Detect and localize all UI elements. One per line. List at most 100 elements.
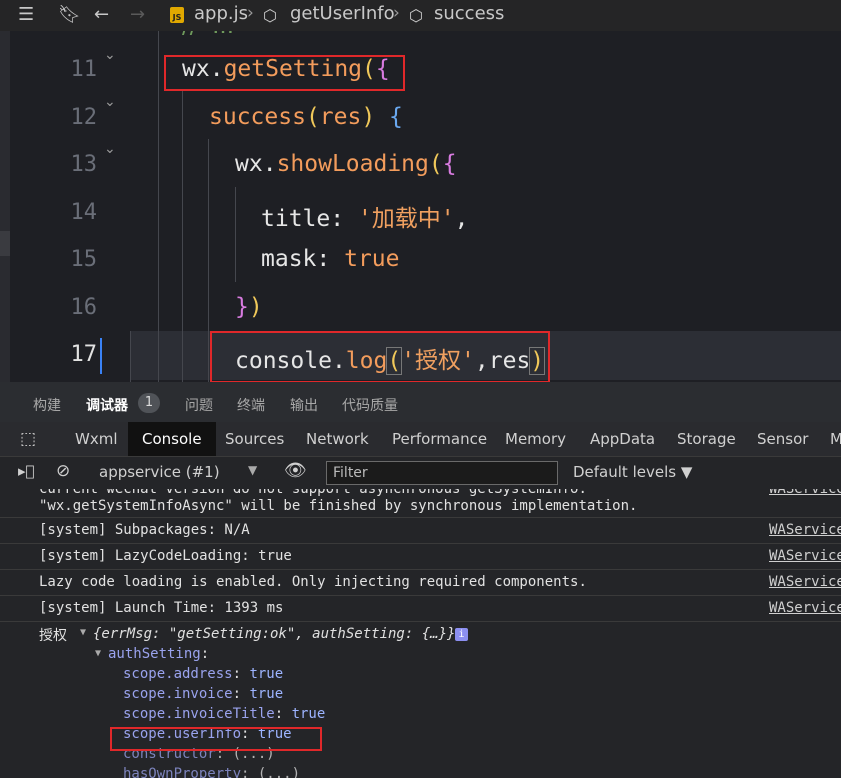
indent-guide	[158, 31, 159, 382]
clear-console-icon[interactable]: ⊘	[56, 461, 70, 481]
tab-build[interactable]: 构建	[33, 395, 61, 415]
annotation-box	[210, 331, 550, 382]
code-token: .	[262, 151, 277, 177]
tab-output[interactable]: 输出	[290, 395, 318, 415]
tab-memory[interactable]: Memory	[505, 430, 566, 448]
cube-icon: ⬡	[263, 6, 277, 25]
fold-chevron-icon[interactable]: ⌄	[104, 141, 116, 157]
code-token: {	[375, 104, 403, 130]
dropdown-arrow-icon[interactable]: ▼	[248, 463, 257, 477]
line-number: 15	[70, 247, 98, 272]
console-row: Lazy code loading is enabled. Only injec…	[0, 570, 841, 596]
context-select[interactable]: appservice (#1)	[99, 463, 220, 481]
console-row: [system] Launch Time: 1393 ms WAService	[0, 596, 841, 622]
code-token: res	[319, 104, 362, 130]
breadcrumb-func-success[interactable]: success	[434, 3, 504, 24]
source-link[interactable]: WAService	[769, 548, 841, 564]
prop-value: true	[291, 706, 326, 722]
prop-value: (...)	[257, 766, 301, 778]
bookmark-icon[interactable]: 🔖︎	[58, 4, 81, 25]
code-token: mask:	[261, 246, 345, 272]
debugger-count-badge: 1	[138, 393, 160, 413]
source-link[interactable]: WAService	[769, 489, 841, 497]
code-token: success	[209, 104, 306, 130]
tab-storage[interactable]: Storage	[677, 430, 736, 448]
prop-row[interactable]: hasOwnProperty: (...)	[123, 766, 300, 778]
source-link[interactable]: WAService	[769, 600, 841, 616]
info-icon[interactable]: i	[455, 628, 468, 641]
console-message: [system] Subpackages: N/A	[39, 522, 250, 538]
line-number: 13	[70, 152, 98, 177]
code-token: {	[442, 151, 457, 177]
back-arrow-icon[interactable]: ←	[94, 4, 109, 25]
code-token: ,	[454, 206, 469, 232]
tab-appdata[interactable]: AppData	[590, 430, 655, 448]
object-summary[interactable]: {errMsg: "getSetting:ok", authSetting: {…	[93, 626, 455, 642]
tab-terminal[interactable]: 终端	[237, 395, 265, 415]
code-comment-partial: // ...	[182, 31, 234, 39]
tab-more[interactable]: M	[830, 430, 841, 448]
console-message: current wechat version do not support as…	[39, 489, 587, 497]
chevron-right-icon: ›	[393, 3, 400, 23]
line-number: 14	[70, 200, 98, 225]
log-label: 授权	[39, 628, 67, 644]
fold-chevron-icon[interactable]: ⌄	[104, 47, 116, 63]
code-line-15: mask: true	[261, 246, 399, 272]
breadcrumb-func-getuserinfo[interactable]: getUserInfo	[290, 3, 395, 24]
indent-guide	[208, 139, 209, 382]
line-number: 12	[70, 105, 98, 130]
code-editor[interactable]: // ... 11 12 13 14 15 16 17 ⌄ ⌄ ⌄ wx.get…	[0, 31, 841, 382]
source-link[interactable]: WAService	[769, 522, 841, 538]
tab-sensor[interactable]: Sensor	[757, 430, 808, 448]
line-number: 11	[70, 57, 98, 82]
tab-code-quality[interactable]: 代码质量	[342, 395, 398, 415]
prop-key: scope.invoiceTitle	[123, 706, 275, 722]
console-message: Lazy code loading is enabled. Only injec…	[39, 574, 587, 590]
tab-problems[interactable]: 问题	[185, 395, 213, 415]
code-token: )	[248, 294, 263, 320]
code-token: }	[235, 294, 249, 320]
source-link[interactable]: WAService	[769, 574, 841, 590]
console-message: [system] Launch Time: 1393 ms	[39, 600, 284, 616]
tab-sources[interactable]: Sources	[225, 430, 284, 448]
code-line-13: wx.showLoading({	[235, 151, 457, 177]
tab-performance[interactable]: Performance	[392, 430, 487, 448]
tab-wxml[interactable]: Wxml	[75, 430, 118, 448]
code-line-14: title: '加载中',	[261, 199, 469, 233]
code-token: title:	[261, 206, 358, 232]
menu-icon[interactable]: ☰	[18, 4, 34, 25]
tab-console[interactable]: Console	[128, 422, 216, 456]
tab-debugger[interactable]: 调试器	[86, 395, 128, 415]
fold-chevron-icon[interactable]: ⌄	[104, 94, 116, 110]
expand-triangle-icon[interactable]: ▼	[80, 627, 86, 638]
authsetting-key-text: authSetting	[108, 646, 201, 662]
js-file-icon: JS	[170, 7, 184, 23]
indent-guide	[182, 91, 183, 382]
line-number-current: 17	[70, 342, 98, 367]
annotation-box	[164, 55, 405, 91]
prop-key: scope.invoice	[123, 686, 233, 702]
console-output: current wechat version do not support as…	[0, 489, 841, 778]
filter-input[interactable]: Filter	[326, 461, 558, 485]
code-token: showLoading	[276, 151, 429, 177]
code-line-12: success(res) {	[209, 104, 403, 130]
code-token: (	[428, 151, 443, 177]
log-levels-dropdown[interactable]: Default levels ▼	[573, 463, 692, 481]
prop-row: scope.invoice: true	[123, 686, 284, 702]
prop-value: true	[249, 666, 284, 682]
console-row: [system] Subpackages: N/A WAService	[0, 518, 841, 544]
sidebar-toggle-icon[interactable]: ▸⃞	[18, 462, 35, 480]
expand-triangle-icon[interactable]: ▼	[95, 648, 101, 659]
forward-arrow-icon[interactable]: →	[130, 4, 145, 25]
indent-guide	[235, 187, 236, 282]
inspect-element-icon[interactable]: ⬚	[20, 429, 36, 449]
console-row: current wechat version do not support as…	[0, 489, 841, 518]
console-toolbar: ▸⃞ ⊘ appservice (#1) ▼ 👁︎ Filter Default…	[0, 457, 841, 490]
eye-icon[interactable]: 👁︎	[284, 460, 307, 481]
breadcrumb-file[interactable]: app.js	[194, 3, 248, 24]
authsetting-key[interactable]: authSetting:	[108, 646, 209, 662]
devtools-tabs: ⬚ Wxml Console Sources Network Performan…	[0, 422, 841, 457]
tab-network[interactable]: Network	[306, 430, 369, 448]
annotation-box	[110, 727, 322, 751]
breadcrumb-bar: ☰ 🔖︎ ← → JS app.js › ⬡ getUserInfo › ⬡ s…	[0, 0, 841, 31]
